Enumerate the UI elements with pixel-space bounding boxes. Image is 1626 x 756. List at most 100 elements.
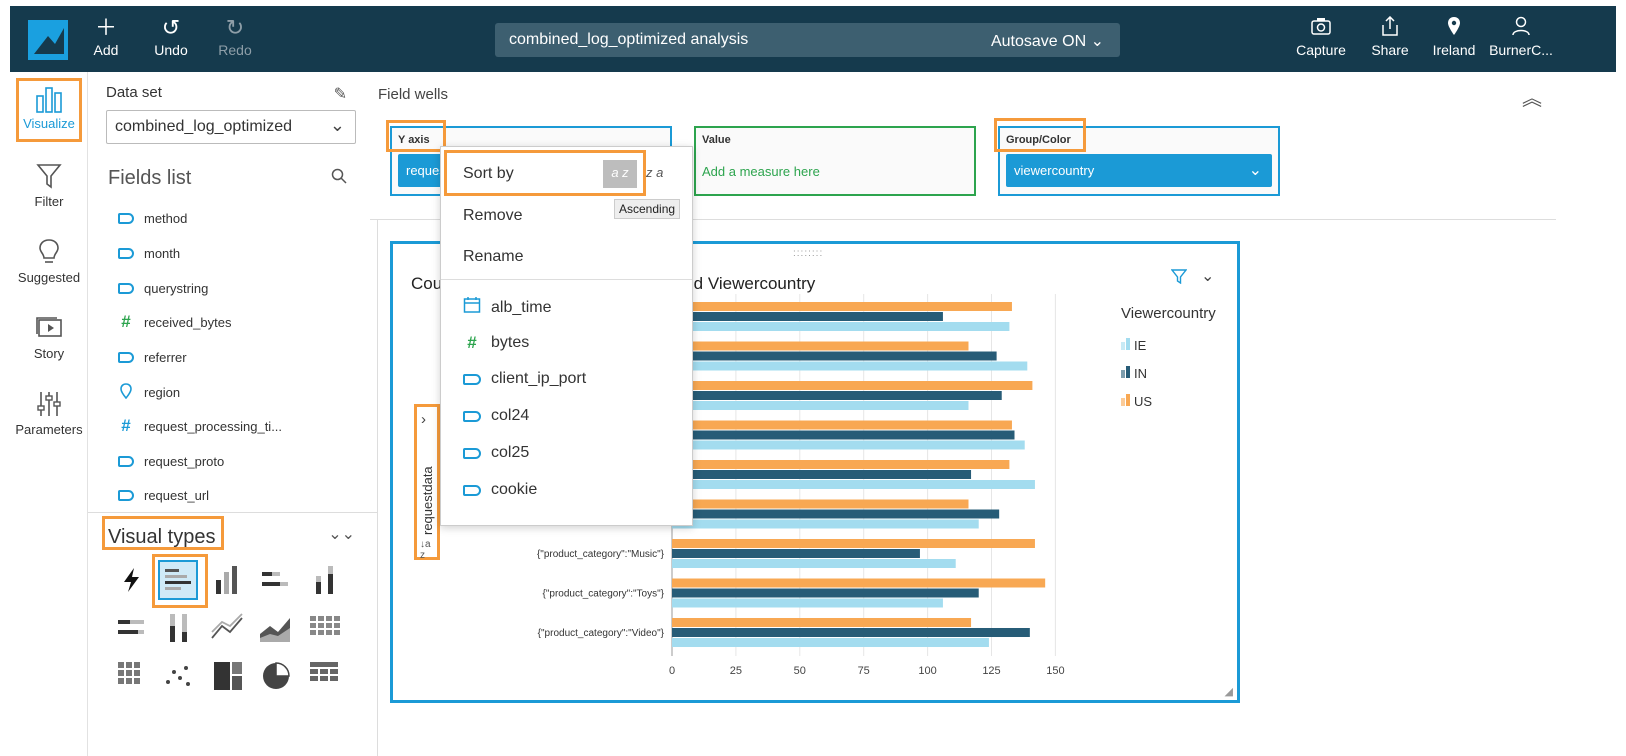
rename-item[interactable]: Rename [463, 248, 523, 266]
fields-list-title: Fields list [108, 167, 192, 189]
double-chevron-down-icon[interactable]: ⌄⌄ [328, 524, 355, 544]
stacked-horizontal-bar-icon[interactable] [256, 560, 296, 600]
bar-ie [672, 519, 979, 529]
menu-field-item[interactable]: col24 [463, 407, 529, 425]
nav-visualize[interactable]: Visualize [10, 84, 88, 131]
redo-button[interactable]: ↻ Redo [218, 16, 252, 59]
field-item[interactable]: request_url [118, 484, 209, 506]
pivot-table-icon[interactable] [304, 608, 344, 648]
menu-field-name: bytes [491, 334, 530, 351]
geo-pin-icon [118, 382, 134, 402]
field-item[interactable]: # received_bytes [118, 311, 231, 333]
sort-ascending-button[interactable]: a z [603, 160, 637, 188]
tree-map-icon[interactable] [208, 656, 248, 696]
divider [88, 512, 378, 513]
visual-types-title: Visual types [108, 526, 216, 548]
collapse-icon[interactable]: ︽ [1522, 82, 1542, 111]
capture-button[interactable]: Capture [1296, 16, 1346, 58]
analysis-title-box[interactable]: combined_log_optimized analysis Autosave… [495, 23, 1120, 57]
x-tick-label: 100 [918, 665, 936, 677]
menu-field-item[interactable]: col25 [463, 444, 529, 462]
search-icon[interactable] [331, 168, 347, 189]
y-axis-label: Y axis [398, 134, 430, 146]
field-item[interactable]: # request_processing_ti... [118, 415, 282, 437]
menu-field-item[interactable]: cookie [463, 481, 537, 499]
menu-field-name: col24 [491, 407, 530, 424]
dataset-select[interactable]: combined_log_optimized ⌄ [106, 110, 356, 144]
bar-us [672, 539, 1035, 548]
percent-vertical-bar-icon[interactable] [158, 608, 198, 648]
area-chart-icon[interactable] [256, 608, 296, 648]
resize-handle-icon[interactable]: ◢ [1225, 685, 1233, 698]
y-tick-label: {"product_category":"Music"} [537, 549, 665, 560]
percent-horizontal-bar-icon[interactable] [112, 608, 152, 648]
field-item[interactable]: region [118, 381, 180, 403]
legend-label: IN [1134, 366, 1147, 381]
value-well[interactable]: Value Add a measure here [694, 126, 976, 196]
menu-field-item[interactable]: alb_time [463, 296, 551, 319]
hash-icon: # [467, 333, 477, 352]
stacked-vertical-bar-icon[interactable] [304, 560, 344, 600]
edit-pencil-icon[interactable]: ✎ [334, 84, 347, 104]
heat-map-icon[interactable] [112, 656, 152, 696]
add-button[interactable]: ＋ Add [92, 15, 120, 59]
undo-button[interactable]: ↺ Undo [153, 16, 189, 59]
field-item[interactable]: method [118, 207, 187, 229]
field-item[interactable]: querystring [118, 277, 208, 299]
nav-parameters[interactable]: Parameters [10, 390, 88, 437]
scatter-plot-icon[interactable] [158, 656, 198, 696]
nav-visualize-label: Visualize [23, 116, 75, 131]
line-chart-icon[interactable] [208, 608, 248, 648]
dimension-tag-icon [463, 447, 481, 459]
legend-swatch [1121, 342, 1125, 350]
user-menu-button[interactable]: BurnerC... [1486, 16, 1556, 58]
chevron-down-icon: ⌄ [329, 115, 345, 135]
remove-item[interactable]: Remove [463, 207, 523, 225]
region-button[interactable]: Ireland [1432, 16, 1476, 58]
sort-by-item[interactable]: Sort by a z [444, 150, 646, 196]
value-placeholder[interactable]: Add a measure here [702, 164, 820, 179]
dimension-tag-icon [463, 373, 481, 385]
y-axis-field-control[interactable]: › requestdata ↓a z [414, 404, 440, 561]
group-color-well[interactable]: Group/Color viewercountry ⌄ [998, 126, 1280, 196]
nav-story[interactable]: Story [10, 314, 88, 361]
share-button[interactable]: Share [1370, 15, 1410, 58]
pie-chart-icon[interactable] [256, 656, 296, 696]
field-item[interactable]: request_proto [118, 450, 224, 472]
vertical-bar-chart-icon[interactable] [208, 560, 248, 600]
bar-in [672, 312, 943, 321]
field-item[interactable]: referrer [118, 346, 187, 368]
value-label: Value [702, 134, 731, 146]
autosave-dropdown[interactable]: Autosave ON ⌄ [991, 31, 1104, 51]
field-name: region [144, 384, 181, 400]
group-field-name: viewercountry [1014, 163, 1095, 178]
plus-icon: ＋ [94, 15, 117, 40]
menu-field-item[interactable]: client_ip_port [463, 370, 586, 388]
bar-ie [672, 440, 1025, 450]
dimension-tag-icon [118, 212, 134, 224]
legend-swatch [1121, 370, 1125, 378]
nav-suggested[interactable]: Suggested [10, 238, 88, 285]
group-field-pill[interactable]: viewercountry ⌄ [1006, 154, 1272, 187]
bar-in [672, 470, 972, 479]
analysis-title[interactable]: combined_log_optimized analysis [509, 31, 748, 49]
nav-filter[interactable]: Filter [10, 162, 88, 209]
field-name: request_url [144, 487, 210, 503]
menu-field-name: col25 [491, 444, 530, 461]
autograph-icon[interactable] [112, 560, 152, 600]
field-item[interactable]: month [118, 242, 180, 264]
divider [441, 279, 692, 280]
bar-in [672, 430, 1015, 440]
bar-ie [672, 322, 1010, 331]
bar-ie [672, 480, 1035, 489]
menu-field-item[interactable]: # bytes [463, 333, 529, 353]
story-icon [10, 314, 88, 346]
horizontal-bar-chart-icon[interactable] [158, 560, 198, 600]
table-icon[interactable] [304, 656, 344, 696]
sort-descending-button[interactable]: z a [646, 165, 663, 180]
nav-filter-label: Filter [34, 194, 64, 209]
bar-us [672, 341, 969, 351]
top-bar: ＋ Add ↺ Undo ↻ Redo combined_log_optimiz… [10, 6, 1616, 72]
menu-field-name: cookie [491, 481, 538, 498]
x-tick-label: 150 [1046, 665, 1064, 677]
